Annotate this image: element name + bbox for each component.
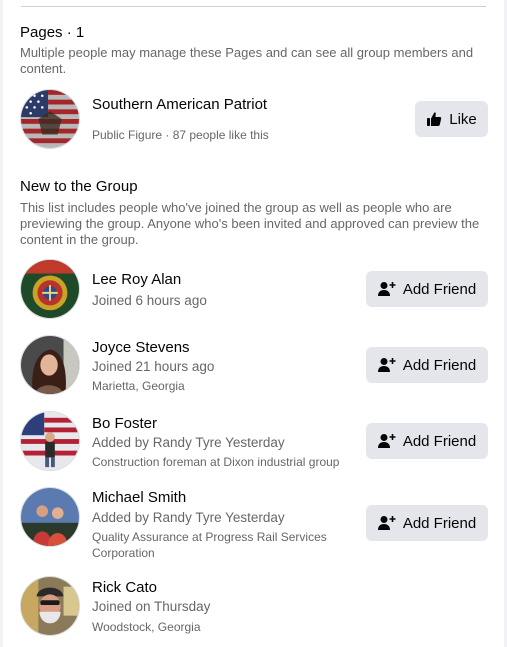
- member-meta: Marietta, Georgia: [92, 379, 185, 393]
- member-meta: Woodstock, Georgia: [92, 620, 201, 634]
- add-friend-button-label: Add Friend: [402, 356, 477, 374]
- page-avatar[interactable]: [20, 89, 80, 149]
- member-name[interactable]: Rick Cato: [92, 579, 157, 596]
- add-friend-icon: [377, 282, 396, 296]
- group-members-panel: Pages · 1 Multiple people may manage the…: [3, 0, 504, 647]
- member-avatar[interactable]: [20, 576, 80, 636]
- add-friend-button-label: Add Friend: [402, 280, 477, 298]
- like-button[interactable]: Like: [415, 101, 488, 137]
- couple-sunset-avatar-image: [21, 488, 79, 546]
- member-name[interactable]: Michael Smith: [92, 489, 186, 506]
- add-friend-button-label: Add Friend: [402, 432, 477, 450]
- add-friend-icon: [377, 516, 396, 530]
- member-status: Joined on Thursday: [92, 599, 211, 614]
- member-meta: Construction foreman at Dixon industrial…: [92, 455, 340, 469]
- member-meta: Quality Assurance at Progress Rail Servi…: [92, 530, 327, 560]
- like-button-label: Like: [449, 110, 477, 128]
- divider: [21, 6, 486, 7]
- add-friend-button[interactable]: Add Friend: [366, 505, 488, 541]
- member-status: Joined 21 hours ago: [92, 359, 215, 374]
- member-status: Added by Randy Tyre Yesterday: [92, 510, 285, 525]
- member-status: Added by Randy Tyre Yesterday: [92, 435, 285, 450]
- add-friend-button[interactable]: Add Friend: [366, 347, 488, 383]
- add-friend-icon: [377, 434, 396, 448]
- bearded-man-avatar-image: [21, 577, 79, 635]
- thumbs-up-icon: [427, 112, 442, 126]
- member-avatar[interactable]: [20, 259, 80, 319]
- member-name[interactable]: Bo Foster: [92, 415, 157, 432]
- new-members-section-title: New to the Group: [20, 178, 138, 195]
- member-name[interactable]: Joyce Stevens: [92, 339, 190, 356]
- man-flag-avatar-image: [21, 412, 79, 470]
- member-avatar[interactable]: [20, 335, 80, 395]
- page-name[interactable]: Southern American Patriot: [92, 96, 267, 113]
- pages-section-title: Pages · 1: [20, 24, 85, 41]
- member-avatar[interactable]: [20, 411, 80, 471]
- marine-emblem-avatar-image: [21, 260, 79, 318]
- member-avatar[interactable]: [20, 487, 80, 547]
- add-friend-icon: [377, 358, 396, 372]
- add-friend-button[interactable]: Add Friend: [366, 423, 488, 459]
- woman-portrait-avatar-image: [21, 336, 79, 394]
- member-status: Joined 6 hours ago: [92, 293, 207, 308]
- flag-avatar-image: [21, 90, 79, 148]
- pages-section-description: Multiple people may manage these Pages a…: [20, 45, 474, 76]
- new-members-section-description: This list includes people who've joined …: [20, 200, 480, 247]
- member-name[interactable]: Lee Roy Alan: [92, 271, 181, 288]
- add-friend-button[interactable]: Add Friend: [366, 271, 488, 307]
- add-friend-button-label: Add Friend: [402, 514, 477, 532]
- page-meta: Public Figure · 87 people like this: [92, 128, 269, 142]
